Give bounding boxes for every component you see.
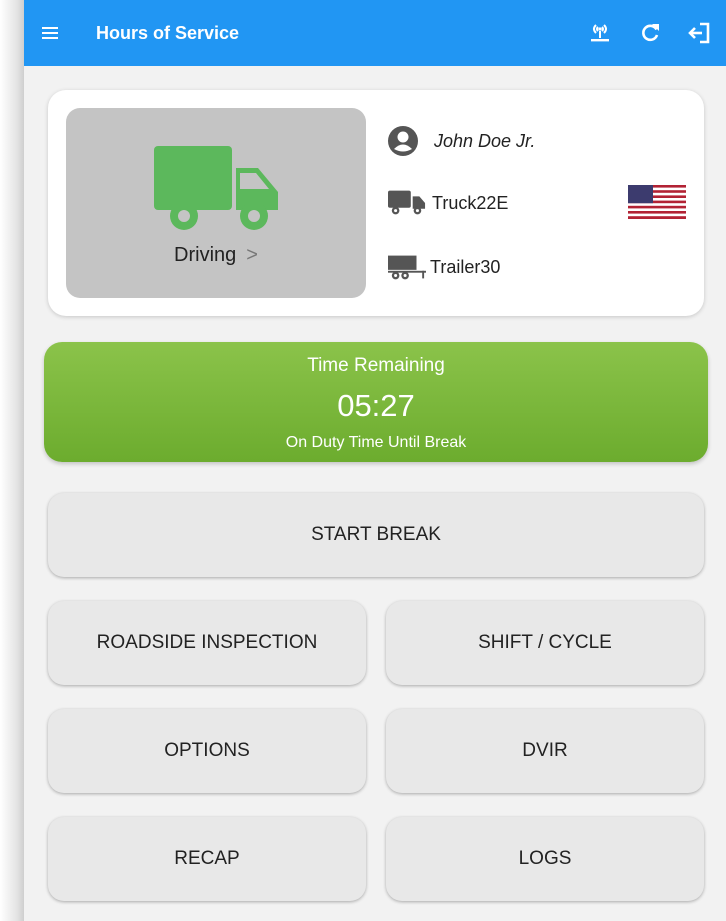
duty-status-label: Driving bbox=[174, 244, 237, 266]
roadside-inspection-button[interactable]: ROADSIDE INSPECTION bbox=[48, 601, 366, 685]
time-remaining-banner: Time Remaining 05:27 On Duty Time Until … bbox=[44, 342, 708, 462]
duty-status-button[interactable]: Driving > bbox=[66, 108, 366, 298]
bluetooth-signal-icon bbox=[591, 24, 609, 42]
truck-name: Truck22E bbox=[432, 192, 509, 213]
driver-name: John Doe Jr. bbox=[434, 130, 536, 151]
account-icon bbox=[388, 126, 426, 156]
truck-icon bbox=[154, 146, 278, 230]
truck-small-icon bbox=[388, 190, 426, 216]
left-edge-shadow bbox=[0, 0, 24, 921]
dvir-button[interactable]: DVIR bbox=[386, 709, 704, 793]
app-screen: Hours of Service Driving > John Doe Jr. … bbox=[24, 0, 726, 921]
trailer-icon bbox=[388, 253, 426, 281]
duty-status-label-row: Driving > bbox=[66, 244, 366, 267]
menu-button[interactable] bbox=[24, 0, 76, 66]
driver-row: John Doe Jr. bbox=[388, 126, 535, 156]
chevron-right-icon: > bbox=[246, 244, 258, 266]
shift-cycle-button[interactable]: SHIFT / CYCLE bbox=[386, 601, 704, 685]
time-remaining-value: 05:27 bbox=[337, 388, 415, 423]
recap-button[interactable]: RECAP bbox=[48, 817, 366, 901]
trailer-name: Trailer30 bbox=[430, 256, 501, 277]
refresh-icon bbox=[642, 24, 659, 42]
bluetooth-signal-button[interactable] bbox=[586, 19, 614, 47]
app-bar-actions bbox=[586, 0, 714, 66]
logs-button[interactable]: LOGS bbox=[386, 817, 704, 901]
time-remaining-heading: Time Remaining bbox=[307, 355, 445, 376]
refresh-button[interactable] bbox=[636, 19, 664, 47]
us-flag-icon bbox=[628, 185, 686, 219]
options-button[interactable]: OPTIONS bbox=[48, 709, 366, 793]
menu-icon bbox=[42, 27, 58, 39]
logout-button[interactable] bbox=[686, 19, 714, 47]
app-title: Hours of Service bbox=[96, 22, 240, 43]
status-card: Driving > John Doe Jr. Truck22E Trailer3… bbox=[48, 90, 704, 316]
app-bar: Hours of Service bbox=[24, 0, 726, 66]
start-break-button[interactable]: START BREAK bbox=[48, 493, 704, 577]
trailer-row: Trailer30 bbox=[388, 253, 500, 281]
truck-row: Truck22E bbox=[388, 190, 508, 216]
time-remaining-subtitle: On Duty Time Until Break bbox=[285, 434, 467, 451]
logout-icon bbox=[688, 22, 710, 44]
